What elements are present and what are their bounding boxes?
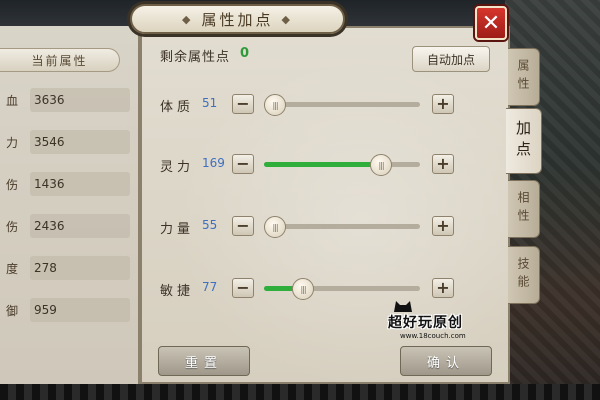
minus-icon: − bbox=[236, 154, 250, 173]
dialog-title-plate: ◆ 属性加点 ◆ bbox=[130, 4, 345, 34]
attribute-slider[interactable]: ||| bbox=[264, 154, 420, 176]
decrease-button[interactable]: − bbox=[232, 216, 254, 236]
auto-allocate-button[interactable]: 自动加点 bbox=[412, 46, 490, 72]
attribute-value: 51 bbox=[202, 96, 218, 110]
stat-label: 度 bbox=[6, 261, 19, 276]
close-icon: ✕ bbox=[481, 10, 501, 36]
increase-button[interactable]: + bbox=[432, 154, 454, 174]
minus-icon: − bbox=[236, 94, 250, 113]
stat-row: 度 278 bbox=[0, 256, 130, 280]
watermark-url: www.18couch.com bbox=[400, 332, 466, 340]
increase-button[interactable]: + bbox=[432, 94, 454, 114]
stat-value: 278 bbox=[30, 256, 130, 280]
attribute-slider[interactable]: ||| bbox=[264, 216, 420, 238]
stat-value: 2436 bbox=[30, 214, 130, 238]
plus-icon: + bbox=[436, 278, 450, 297]
minus-icon: − bbox=[236, 216, 250, 235]
attribute-value: 169 bbox=[202, 156, 225, 170]
remaining-points-label: 剩余属性点 bbox=[160, 50, 231, 65]
stat-row: 血 3636 bbox=[0, 88, 130, 112]
attribute-value: 77 bbox=[202, 280, 218, 294]
stat-value: 3636 bbox=[30, 88, 130, 112]
slider-handle[interactable]: ||| bbox=[292, 278, 314, 300]
minus-icon: − bbox=[236, 278, 250, 297]
plus-icon: + bbox=[436, 154, 450, 173]
stat-value: 3546 bbox=[30, 130, 130, 154]
increase-button[interactable]: + bbox=[432, 216, 454, 236]
attribute-value: 55 bbox=[202, 218, 218, 232]
attribute-name: 力量 bbox=[160, 222, 195, 237]
attribute-slider[interactable]: ||| bbox=[264, 94, 420, 116]
attribute-row: 灵力 169 − ||| + bbox=[160, 152, 460, 178]
title-ornament-right-icon: ◆ bbox=[281, 12, 293, 26]
decrease-button[interactable]: − bbox=[232, 94, 254, 114]
current-attributes-header: 当前属性 bbox=[0, 48, 120, 72]
stat-value: 959 bbox=[30, 298, 130, 322]
decrease-button[interactable]: − bbox=[232, 154, 254, 174]
slider-fill bbox=[264, 162, 381, 167]
tab-add-points[interactable]: 加点 bbox=[506, 108, 542, 174]
tab-attributes[interactable]: 属性 bbox=[508, 48, 540, 106]
close-button[interactable]: ✕ bbox=[475, 6, 507, 40]
stat-label: 伤 bbox=[6, 177, 19, 192]
remaining-points-value: 0 bbox=[240, 46, 250, 61]
stat-label: 力 bbox=[6, 135, 19, 150]
stat-row: 伤 2436 bbox=[0, 214, 130, 238]
confirm-button[interactable]: 确认 bbox=[400, 346, 492, 376]
stat-row: 伤 1436 bbox=[0, 172, 130, 196]
stat-label: 血 bbox=[6, 93, 19, 108]
attribute-name: 体质 bbox=[160, 100, 195, 115]
tab-skills[interactable]: 技能 bbox=[508, 246, 540, 304]
plus-icon: + bbox=[436, 94, 450, 113]
watermark-text: 超好玩原创 bbox=[388, 315, 463, 331]
stat-row: 力 3546 bbox=[0, 130, 130, 154]
current-attributes-panel: 当前属性 血 3636 力 3546 伤 1436 伤 2436 度 278 御… bbox=[0, 26, 140, 384]
slider-handle[interactable]: ||| bbox=[264, 94, 286, 116]
slider-handle[interactable]: ||| bbox=[370, 154, 392, 176]
stat-row: 御 959 bbox=[0, 298, 130, 322]
reset-button[interactable]: 重置 bbox=[158, 346, 250, 376]
attribute-name: 敏捷 bbox=[160, 284, 195, 299]
dialog-title: 属性加点 bbox=[201, 10, 274, 29]
stat-label: 伤 bbox=[6, 219, 19, 234]
increase-button[interactable]: + bbox=[432, 278, 454, 298]
title-ornament-left-icon: ◆ bbox=[182, 12, 194, 26]
attribute-row: 力量 55 − ||| + bbox=[160, 214, 460, 240]
watermark-logo: 超好玩原创 www.18couch.com bbox=[388, 298, 498, 342]
attribute-slider[interactable]: ||| bbox=[264, 278, 420, 300]
slider-handle[interactable]: ||| bbox=[264, 216, 286, 238]
decrease-button[interactable]: − bbox=[232, 278, 254, 298]
plus-icon: + bbox=[436, 216, 450, 235]
attribute-name: 灵力 bbox=[160, 160, 195, 175]
tab-affinity[interactable]: 相性 bbox=[508, 180, 540, 238]
stat-value: 1436 bbox=[30, 172, 130, 196]
attribute-row: 体质 51 − ||| + bbox=[160, 92, 460, 118]
stat-label: 御 bbox=[6, 303, 19, 318]
game-background-bottom bbox=[0, 384, 600, 400]
